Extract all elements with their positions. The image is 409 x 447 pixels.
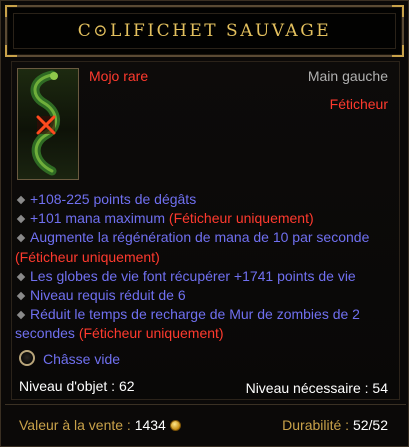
affix: Les globes de vie font récupérer +1741 p… [15, 267, 395, 286]
class-only-note: (Féticheur uniquement) [168, 210, 314, 227]
bullet-icon [16, 291, 26, 301]
gold-coin-icon [169, 420, 181, 431]
bullet-icon [16, 234, 26, 243]
item-tooltip: C⊙LIFICHET SAUVAGE Mojo rare Main gauche… [0, 0, 409, 447]
bullet-icon [16, 272, 26, 282]
affix: Augmente la régénération de mana de 10 p… [15, 229, 370, 265]
affix: Réduit le temps de recharge de Mur de zo… [15, 306, 360, 342]
durability: Durabilité : 52/52 [282, 417, 388, 433]
bullet-icon [16, 214, 26, 224]
required-level: Niveau nécessaire : 54 [245, 380, 388, 396]
title-bar: C⊙LIFICHET SAUVAGE [5, 5, 404, 57]
sell-value: Valeur à la vente : 1434 [19, 417, 181, 433]
bullet-icon [16, 195, 26, 205]
affix-list: +108-225 points de dégâts +101 mana maxi… [15, 190, 395, 344]
mojo-icon [17, 68, 79, 180]
divider [5, 404, 406, 405]
bullet-icon [16, 310, 26, 320]
class-only-note: (Féticheur uniquement) [15, 248, 160, 265]
item-type: Mojo rare [89, 68, 149, 84]
item-level: Niveau d'objet : 62 [19, 378, 135, 394]
affix: Niveau requis réduit de 6 [15, 286, 395, 305]
item-slot: Main gauche [307, 68, 388, 84]
affix: +108-225 points de dégâts [15, 190, 395, 209]
item-name: C⊙LIFICHET SAUVAGE [77, 21, 332, 41]
affix: +101 mana maximum (Féticheur uniquement) [15, 209, 395, 228]
socket-label: Châsse vide [43, 351, 121, 367]
class-only-note: (Féticheur uniquement) [78, 325, 224, 342]
socket-icon [19, 350, 35, 366]
class-restriction: Féticheur [329, 96, 388, 112]
